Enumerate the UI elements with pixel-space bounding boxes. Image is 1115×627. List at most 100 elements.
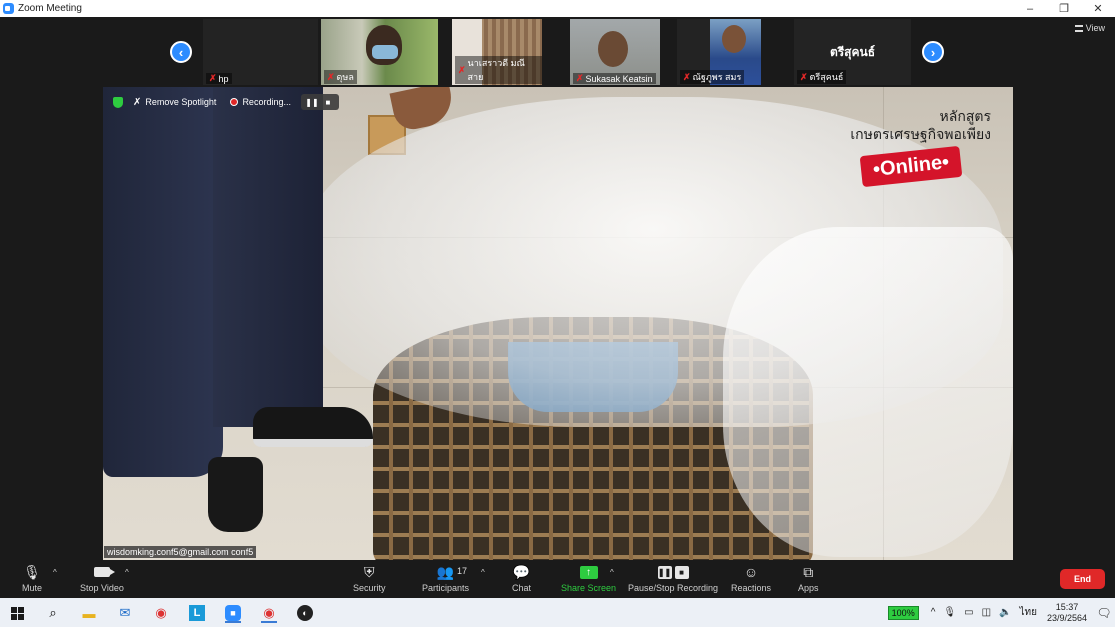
mic-muted-icon: ✗ xyxy=(209,73,217,83)
spotlight-bar: ✗ Remove Spotlight Recording... ❚❚ ■ xyxy=(103,93,339,111)
encryption-shield-icon xyxy=(113,96,123,108)
remove-spotlight-button[interactable]: ✗ Remove Spotlight xyxy=(129,95,220,110)
share-screen-button[interactable]: ↑ Share Screen xyxy=(561,563,616,593)
participant-name-tag: ✗ Sukasak Keatsin xyxy=(573,73,656,84)
obs-icon[interactable]: ◐ xyxy=(295,603,315,623)
chat-button[interactable]: 💬 Chat xyxy=(512,563,532,594)
participant-name: ณัฐภูพร สมร xyxy=(692,72,742,82)
mute-button[interactable]: 🎙 Mute xyxy=(22,563,42,594)
participant-name: hp xyxy=(218,73,229,84)
participant-name-tag: ✗ นาเสราวดี มณีสาย xyxy=(455,56,542,84)
person-legs-shape xyxy=(103,87,373,560)
participant-thumbnail[interactable]: ✗ ดุษล xyxy=(321,19,438,85)
window-title: Zoom Meeting xyxy=(18,3,82,14)
close-button[interactable]: ✕ xyxy=(1081,0,1115,17)
reactions-button[interactable]: ☺ Reactions xyxy=(731,563,771,593)
recording-controls: ❚❚ ■ xyxy=(300,94,339,110)
audio-options-caret[interactable]: ^ xyxy=(53,568,57,577)
participant-thumbnail[interactable]: ✗ Sukasak Keatsin xyxy=(570,19,660,85)
stop-video-button[interactable]: Stop Video xyxy=(80,563,124,593)
mic-muted-icon: ✗ xyxy=(800,71,808,82)
stop-recording-button[interactable]: ■ xyxy=(321,96,335,108)
shoe-shape xyxy=(208,457,263,532)
share-options-caret[interactable]: ^ xyxy=(610,568,614,577)
participant-thumbnail[interactable]: ✗ นาเสราวดี มณีสาย xyxy=(452,19,542,85)
participant-thumbnail[interactable]: ตรีสุคนธ์ ✗ ตรีสุคนธ์ xyxy=(794,19,911,85)
participant-video xyxy=(722,25,746,53)
speaker-icon[interactable]: 🔈 xyxy=(999,607,1011,618)
share-screen-icon: ↑ xyxy=(579,563,598,581)
language-indicator[interactable]: ไทย xyxy=(1019,605,1036,620)
video-options-caret[interactable]: ^ xyxy=(125,568,129,577)
shoe-shape xyxy=(253,407,373,447)
end-meeting-button[interactable]: End xyxy=(1060,569,1105,589)
mic-muted-icon: ✗ xyxy=(327,71,335,82)
battery-percentage: 100% xyxy=(887,605,919,620)
smiley-icon: ☺ xyxy=(743,564,759,580)
online-badge: •Online• xyxy=(859,145,963,188)
apps-icon: ⧉ xyxy=(803,563,814,580)
chevron-left-icon: ‹ xyxy=(178,44,184,60)
view-button[interactable]: View xyxy=(1074,23,1105,33)
face-mask-shape xyxy=(372,45,398,59)
notification-icon[interactable]: 🗨 xyxy=(1093,598,1115,627)
participant-name: ตรีสุคนธ์ xyxy=(809,72,844,82)
minimize-button[interactable]: – xyxy=(1013,0,1047,17)
security-button[interactable]: ⛨ Security xyxy=(353,563,386,594)
microphone-tray-icon[interactable]: 🎙 xyxy=(943,607,956,618)
next-page-button[interactable]: › xyxy=(922,41,944,63)
clock[interactable]: 15:37 23/9/2564 xyxy=(1047,602,1087,624)
participant-name-tag: ✗ hp xyxy=(206,73,232,84)
pause-stop-recording-button[interactable]: ❚❚ ■ Pause/Stop Recording xyxy=(628,563,718,593)
chevron-up-icon[interactable]: ^ xyxy=(931,607,936,618)
start-button[interactable] xyxy=(7,603,27,623)
restore-button[interactable]: ❐ xyxy=(1047,0,1081,17)
clock-date: 23/9/2564 xyxy=(1046,612,1087,623)
file-explorer-icon[interactable]: ▬ xyxy=(79,603,99,623)
mic-muted-icon: ✗ xyxy=(683,71,691,82)
recording-label: Recording... xyxy=(242,97,291,107)
window-controls: – ❐ ✕ xyxy=(1013,0,1115,17)
recording-controls-icon: ❚❚ ■ xyxy=(657,563,689,581)
view-label: View xyxy=(1085,23,1105,33)
video-camera-icon xyxy=(93,563,115,581)
zoom-app-icon xyxy=(3,3,14,14)
participant-video xyxy=(598,31,628,67)
previous-page-button[interactable]: ‹ xyxy=(170,41,192,63)
zoom-taskbar-icon[interactable]: ■ xyxy=(223,603,243,623)
pause-recording-button[interactable]: ❚❚ xyxy=(305,96,319,108)
system-tray: 100% ^ 🎙 ▭ ◫ 🔈 ไทย 15:37 23/9/2564 🗨 xyxy=(887,598,1115,627)
recording-indicator: Recording... xyxy=(226,95,295,109)
overlay-line-2: เกษตรเศรษฐกิจพอเพียง xyxy=(850,126,991,142)
shield-icon: ⛨ xyxy=(364,563,375,580)
search-icon[interactable]: ⌕ xyxy=(43,603,63,623)
participant-name-tag: ✗ ณัฐภูพร สมร xyxy=(680,70,745,84)
security-label: Security xyxy=(353,583,386,593)
network-icon[interactable]: ◫ xyxy=(982,607,991,618)
chat-label: Chat xyxy=(512,583,532,593)
chevron-right-icon: › xyxy=(930,44,936,60)
stop-video-label: Stop Video xyxy=(80,583,124,593)
plastic-sheet-shape xyxy=(723,227,1013,557)
participants-options-caret[interactable]: ^ xyxy=(481,568,485,577)
apps-button[interactable]: ⧉ Apps xyxy=(798,563,819,594)
leg-shape xyxy=(213,87,323,427)
l-app-icon[interactable]: L xyxy=(187,603,207,623)
participants-label: Participants xyxy=(422,583,470,593)
chrome-icon[interactable]: ◉ xyxy=(259,603,279,623)
chat-bubble-icon: 💬 xyxy=(512,563,531,580)
battery-icon[interactable]: ▭ xyxy=(964,607,973,618)
spotlight-video[interactable]: หลักสูตร เกษตรเศรษฐกิจพอเพียง •Online• xyxy=(103,87,1013,560)
mail-icon[interactable]: ✉ xyxy=(115,603,135,623)
participant-thumbnail[interactable]: ✗ ณัฐภูพร สมร xyxy=(677,19,761,85)
meeting-toolbar: 🎙 Mute ^ Stop Video ^ ⛨ Security 👥 Parti… xyxy=(0,560,1115,598)
mic-muted-icon: ✗ xyxy=(576,73,584,83)
share-screen-label: Share Screen xyxy=(561,583,617,593)
participant-name: ดุษล xyxy=(336,72,354,82)
spotlight-name-tag: wisdomking.conf5@gmail.com conf5 xyxy=(104,546,257,558)
participant-thumbnail[interactable]: ✗ hp xyxy=(203,19,318,85)
windows-logo-icon xyxy=(10,606,24,620)
participants-icon: 👥 xyxy=(436,563,455,580)
remove-spotlight-label: Remove Spotlight xyxy=(145,97,217,107)
chrome-icon[interactable]: ◉ xyxy=(151,603,171,623)
